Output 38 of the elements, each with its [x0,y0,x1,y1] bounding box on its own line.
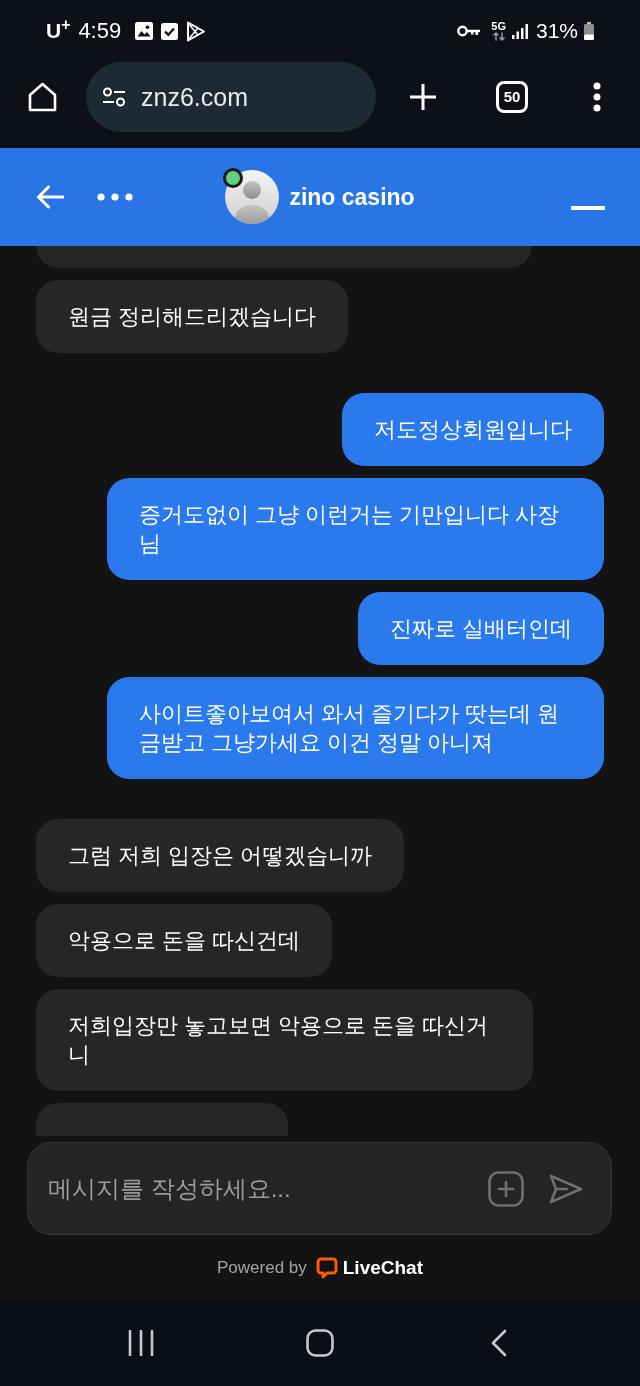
url-text: znz6.com [141,82,248,112]
message-composer-field[interactable]: 메시지를 작성하세요... [27,1142,612,1235]
key-icon [457,25,482,37]
home-icon[interactable] [306,1329,334,1357]
battery-percentage: 31% [535,19,578,43]
message-bubble: 저도정상회원입니다 [342,393,604,466]
message-bubble: 그럼 저희 입장은 어떻겠습니까 [36,819,405,892]
message-bubble: 증거도없이 그냥 이런거는 기만입니다 사장님 [107,478,604,580]
back-icon[interactable] [491,1329,507,1357]
tab-count-button[interactable]: 50 [496,81,528,113]
carrier-label: U$^{+}$ [46,19,71,43]
message-input[interactable]: 메시지를 작성하세요... [48,1158,476,1219]
avatar-silhouette-icon [225,170,280,224]
message-bubble: 저희입장만 놓고보면 악용으로 돈을 따신거니 [36,989,533,1091]
new-tab-icon[interactable] [409,83,437,111]
recent-apps-icon[interactable] [128,1330,154,1356]
add-attachment-icon[interactable] [488,1170,524,1207]
data-arrows-icon [491,32,506,41]
more-options-icon[interactable] [593,82,601,112]
powered-by-label: Powered by [217,1256,307,1279]
image-icon [135,22,154,40]
back-arrow-icon[interactable] [36,185,64,209]
address-bar[interactable]: znz6.com [86,62,376,132]
livechat-brand-link[interactable]: LiveChat [342,1256,423,1279]
speech-bubble-logo-icon [315,1256,338,1279]
send-icon[interactable] [549,1173,583,1204]
message-bubble: 악용으로 돈을 따신건데 [36,904,333,977]
play-icon [186,20,207,42]
battery-icon [584,22,594,40]
message-bubble: 사이트좋아보여서 와서 즐기다가 땃는데 원금받고 그냥가세요 이건 정말 아니져 [107,677,604,779]
site-settings-icon[interactable] [102,87,126,107]
message-bubble: 원금 정리해드리겠습니다 [36,280,349,353]
clock-time: 4:59 [78,19,122,43]
network-type-label: 5G [491,21,506,32]
chat-title: zino casino [289,183,415,211]
message-bubble: 진짜로 실배터인데 [357,592,604,665]
signal-icon [511,23,528,39]
checkbox-icon [161,22,179,40]
